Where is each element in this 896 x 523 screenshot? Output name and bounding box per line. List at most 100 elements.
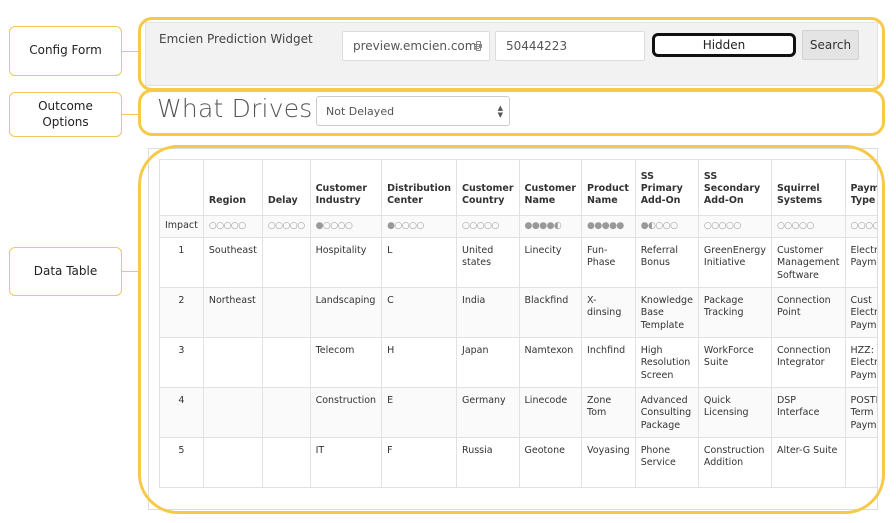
table-row[interactable]: 1 Southeast Hospitality L United states Linec…	[159, 237, 877, 288]
table-cell: Connection Integrator	[770, 337, 846, 388]
table-cell: Referral Bonus	[634, 237, 699, 288]
outcome-title: What Drives:	[157, 94, 322, 123]
table-cell: Quick Licensing	[697, 387, 772, 438]
callout-outcome-label: Outcome Options	[38, 98, 93, 129]
data-table-panel[interactable]: Region Delay Customer Industry Distribution…	[148, 148, 878, 510]
column-header-1[interactable]: Region	[202, 159, 263, 216]
row-number: 5	[159, 437, 204, 488]
table-cell: India	[456, 287, 520, 338]
column-header-label: Delay	[267, 195, 298, 207]
row-number: 3	[159, 337, 204, 388]
table-cell: DSP Interface	[770, 387, 846, 438]
impact-cell: ●◐○○○	[634, 215, 699, 238]
table-cell: Fun-Phase	[581, 237, 636, 288]
column-header-label: Customer Industry	[315, 183, 368, 207]
id-input[interactable]: 50444223	[495, 31, 645, 61]
impact-cell: ●●●●◐	[518, 215, 583, 238]
table-cell: Cust Electronic Payment	[844, 287, 877, 338]
table-cell	[844, 437, 877, 488]
table-cell: Linecode	[518, 387, 583, 438]
impact-cell: ○○○○○	[261, 215, 311, 238]
table-cell: IT	[309, 437, 383, 488]
table-cell: Zone Tom	[581, 387, 636, 438]
column-header-9[interactable]: SS Secondary Add-On	[697, 159, 772, 216]
column-header-label: Customer Name	[524, 183, 577, 207]
table-cell: Phone Service	[634, 437, 699, 488]
impact-rating-icon: ●○○○○	[387, 221, 424, 232]
impact-cell: ●○○○○	[381, 215, 458, 238]
screenshot-root: Config Form Outcome Options Data Table E…	[0, 0, 896, 523]
row-number: 4	[159, 387, 204, 438]
table-row[interactable]: 5 IT F Russia Geotone Voyasing Phone Service Co…	[159, 437, 877, 488]
table-cell: United states	[456, 237, 520, 288]
table-cell: Inchfind	[581, 337, 636, 388]
table-cell: Customer Management Software	[770, 237, 846, 288]
impact-rating-icon: ○○○○○	[267, 221, 305, 232]
table-cell: Telecom	[309, 337, 383, 388]
table-cell: C	[381, 287, 458, 338]
column-header-label: Region	[208, 195, 246, 207]
table-cell: Construction	[309, 387, 383, 438]
host-input[interactable]: preview.emcien.com	[342, 31, 490, 61]
impact-rating-icon: ●●●●◐	[524, 221, 562, 232]
table-cell: L	[381, 237, 458, 288]
contact-card-icon	[475, 41, 482, 51]
table-cell: High Resolution Screen	[634, 337, 699, 388]
table-cell	[202, 337, 263, 388]
table-cell: Namtexon	[518, 337, 583, 388]
table-header-row: Region Delay Customer Industry Distribution…	[159, 159, 877, 216]
column-header-2[interactable]: Delay	[261, 159, 311, 216]
table-cell: Blackfind	[518, 287, 583, 338]
row-number: 2	[159, 287, 204, 338]
column-header-0[interactable]	[159, 159, 204, 216]
impact-rating-icon: ○○○○○	[208, 221, 246, 232]
table-cell: Germany	[456, 387, 520, 438]
table-cell: Alter-G Suite	[770, 437, 846, 488]
table-cell: Geotone	[518, 437, 583, 488]
host-input-value: preview.emcien.com	[353, 39, 477, 53]
column-header-label: Product Name	[587, 183, 629, 207]
column-header-7[interactable]: Product Name	[581, 159, 636, 216]
column-header-4[interactable]: Distribution Center	[381, 159, 458, 216]
table-cell: Knowledge Base Template	[634, 287, 699, 338]
hidden-button[interactable]: Hidden	[652, 33, 796, 57]
impact-cell: ○○○○○	[697, 215, 772, 238]
impact-cell: ○○○○○	[202, 215, 263, 238]
callout-table-label: Data Table	[33, 263, 98, 278]
table-cell	[261, 387, 311, 438]
column-header-label: SS Primary Add-On	[640, 171, 683, 207]
impact-cell: ○○○○○	[456, 215, 520, 238]
table-cell	[261, 437, 311, 488]
table-cell: Package Tracking	[697, 287, 772, 338]
table-row[interactable]: 2 Northeast Landscaping C India Blackfind X-di…	[159, 287, 877, 338]
column-header-label: Squirrel Systems	[776, 183, 823, 207]
table-cell: E	[381, 387, 458, 438]
column-header-label: SS Secondary Add-On	[703, 171, 761, 207]
impact-rating-icon: ●●●●●	[587, 221, 624, 232]
column-header-5[interactable]: Customer Country	[456, 159, 520, 216]
column-header-label: Distribution Center	[387, 183, 452, 207]
table-cell	[261, 287, 311, 338]
config-form: Emcien Prediction Widget preview.emcien.…	[145, 22, 878, 86]
outcome-select[interactable]: Not Delayed ▲ ▼	[316, 96, 510, 126]
table-cell: Japan	[456, 337, 520, 388]
callout-config-label: Config Form	[29, 43, 102, 58]
impact-rating-icon: ○○○○○	[462, 221, 499, 232]
impact-cell: ○○○○○	[770, 215, 846, 238]
table-row[interactable]: 3 Telecom H Japan Namtexon Inchfind High Resol…	[159, 337, 877, 388]
connector-config	[122, 51, 138, 52]
table-cell: Hospitality	[309, 237, 383, 288]
data-table: Region Delay Customer Industry Distribution…	[159, 159, 877, 488]
column-header-11[interactable]: Payment Type	[844, 159, 877, 216]
table-cell: Landscaping	[309, 287, 383, 338]
column-header-8[interactable]: SS Primary Add-On	[634, 159, 699, 216]
widget-title: Emcien Prediction Widget	[159, 32, 313, 46]
table-row[interactable]: 4 Construction E Germany Linecode Zone Tom Adv…	[159, 387, 877, 438]
column-header-6[interactable]: Customer Name	[518, 159, 583, 216]
table-cell: Linecity	[518, 237, 583, 288]
column-header-3[interactable]: Customer Industry	[309, 159, 383, 216]
id-input-value: 50444223	[506, 39, 568, 53]
search-button[interactable]: Search	[802, 30, 859, 60]
column-header-10[interactable]: Squirrel Systems	[770, 159, 846, 216]
table-cell: Electronic Payment	[844, 237, 877, 288]
